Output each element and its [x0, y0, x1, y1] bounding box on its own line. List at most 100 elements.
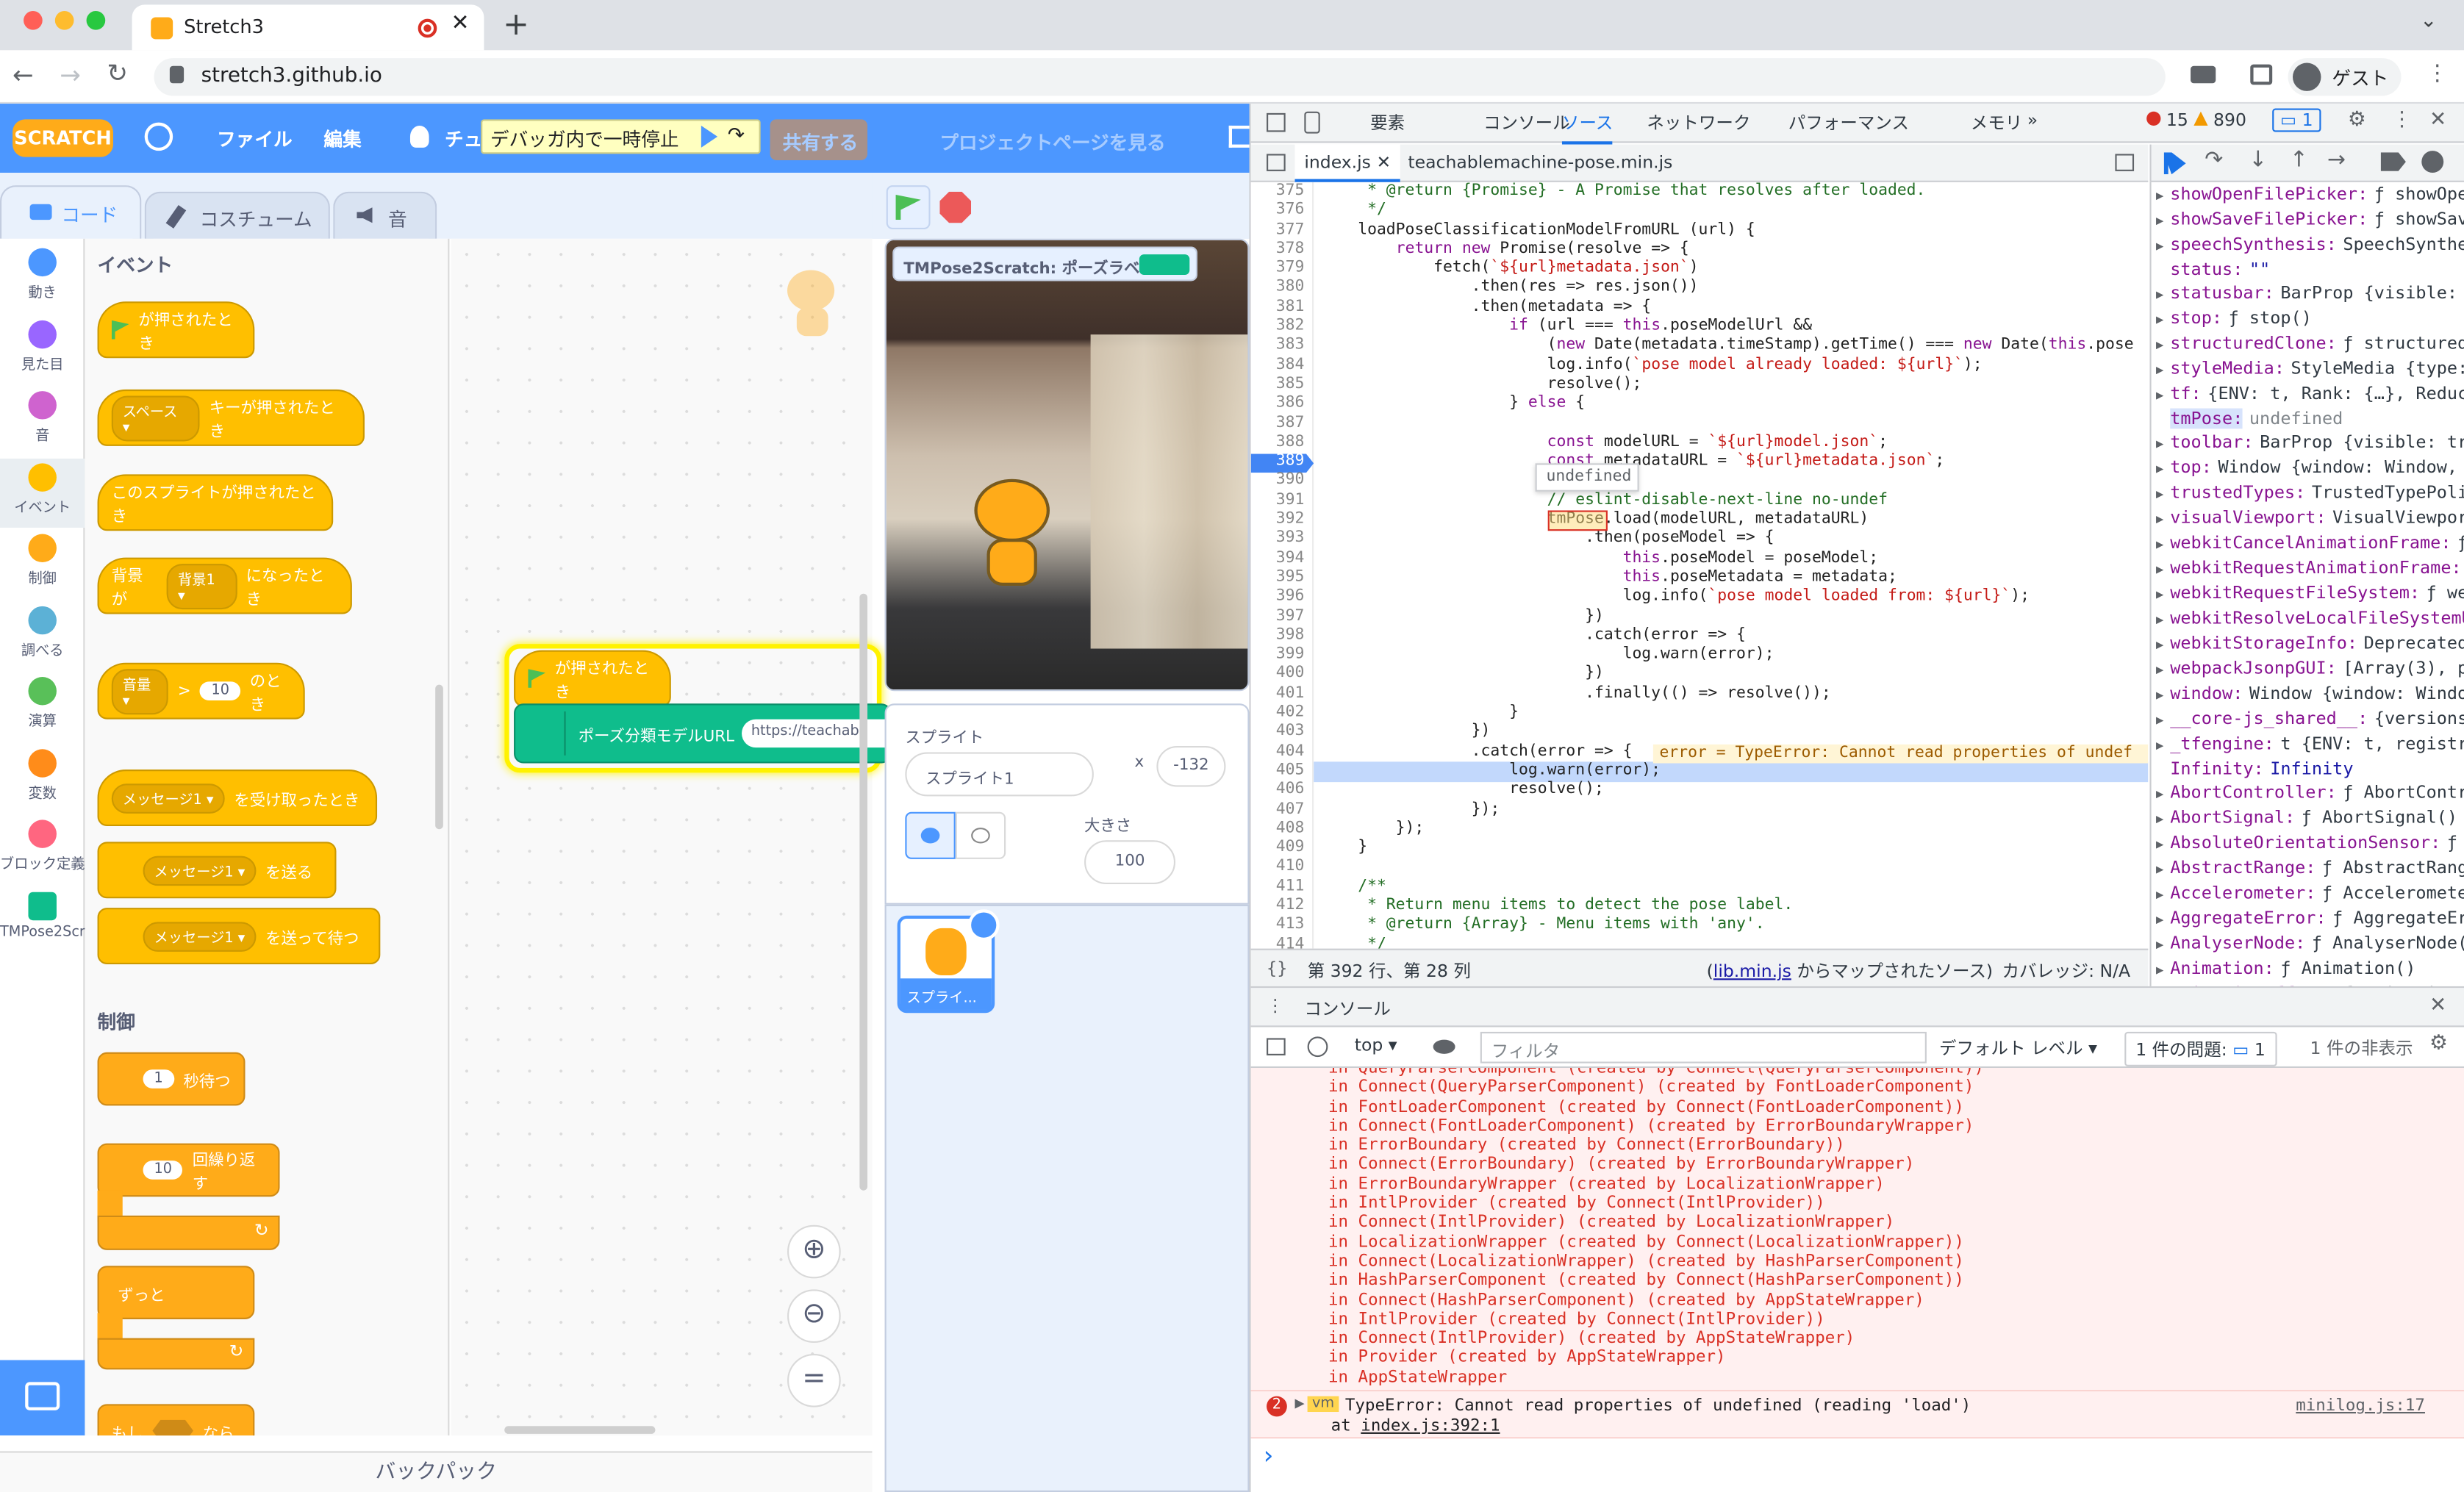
scope-item[interactable]: ▶ webkitRequestAnimationFrame:	[2152, 556, 2464, 581]
scope-item[interactable]: ▶ webkitRequestFileSystem: ƒ we	[2152, 581, 2464, 606]
scope-item[interactable]: ▶ speechSynthesis: SpeechSynthe	[2152, 232, 2464, 257]
line-number[interactable]: 397	[1254, 607, 1305, 626]
scope-item[interactable]: ▶ stop: ƒ stop()	[2152, 306, 2464, 331]
broadcast-wait-message-dropdown[interactable]: メッセージ1 ▾	[143, 921, 257, 951]
step-over-icon[interactable]: ↷	[2205, 148, 2223, 173]
devtools-tab-5[interactable]: パフォーマンス	[1788, 110, 1909, 135]
block-forever[interactable]: ずっと ↻	[97, 1266, 255, 1370]
loudness-dropdown[interactable]: 音量 ▾	[111, 668, 168, 714]
forward-icon[interactable]: →	[60, 60, 81, 90]
live-expression-eye-icon[interactable]	[1433, 1039, 1455, 1054]
category-2[interactable]: 見た目	[0, 319, 85, 373]
new-tab-icon[interactable]: +	[503, 4, 529, 42]
line-number[interactable]: 381	[1254, 298, 1305, 318]
line-number[interactable]: 378	[1254, 240, 1305, 259]
settings-gear-icon[interactable]: ⚙	[2348, 108, 2366, 132]
tab-sound[interactable]: 音	[333, 191, 437, 239]
close-window-button[interactable]	[24, 10, 43, 30]
line-number[interactable]: 379	[1254, 259, 1305, 279]
green-flag-button[interactable]	[886, 185, 931, 229]
scope-expand-icon[interactable]: ▶	[2152, 633, 2171, 656]
scope-item[interactable]: Infinity: Infinity	[2152, 757, 2464, 781]
globe-icon[interactable]	[144, 122, 173, 151]
line-number[interactable]: 414	[1254, 936, 1305, 949]
project-page-button[interactable]: プロジェクトページを見る	[887, 119, 1232, 160]
scope-item[interactable]: ▶ structuredClone: ƒ structured	[2152, 331, 2464, 356]
console-filter-input[interactable]: フィルタ	[1480, 1031, 1927, 1064]
block-wait[interactable]: 1 秒待つ	[97, 1052, 246, 1106]
line-number[interactable]: 405	[1254, 761, 1305, 781]
tab-search-chevron-icon[interactable]: ⌄	[2420, 10, 2437, 33]
line-number[interactable]: 411	[1254, 878, 1305, 897]
scope-item[interactable]: ▶ webkitResolveLocalFileSystemU	[2152, 606, 2464, 631]
stage-canvas[interactable]: TMPose2Scratch: ポーズラベル	[884, 238, 1250, 692]
context-selector[interactable]: top ▾	[1355, 1035, 1397, 1055]
scope-expand-icon[interactable]: ▶	[2152, 883, 2171, 906]
block-when-greater[interactable]: 音量 ▾ > 10 のとき	[97, 662, 305, 720]
receive-message-dropdown[interactable]: メッセージ1 ▾	[111, 783, 225, 813]
expand-triangle-icon[interactable]: ▶	[1295, 1396, 1305, 1410]
tab-close-icon[interactable]: ✕	[451, 11, 470, 36]
step-icon[interactable]: →	[2327, 148, 2346, 173]
line-number[interactable]: 403	[1254, 723, 1305, 742]
scope-item[interactable]: ▶webkitCancelAnimationFrame:ƒ	[2152, 531, 2464, 556]
line-number[interactable]: 383	[1254, 337, 1305, 356]
scope-item[interactable]: ▶ Animation: ƒ Animation()	[2152, 956, 2464, 981]
devtools-tab-6[interactable]: メモリ	[1971, 110, 2023, 135]
sprite-name-input[interactable]: スプライト1	[905, 752, 1094, 797]
scope-item[interactable]: tmPose: undefined	[2152, 406, 2464, 430]
inspect-icon[interactable]	[1267, 112, 1286, 132]
file-tab-teachable[interactable]: teachablemachine-pose.min.js	[1408, 152, 1672, 173]
file-tab-close-icon[interactable]: ✕	[1376, 152, 1391, 173]
scope-item[interactable]: ▶ webkitStorageInfo: Deprecated	[2152, 631, 2464, 656]
scope-expand-icon[interactable]: ▶	[2152, 308, 2171, 331]
error-count-badge[interactable]: 15 890	[2146, 110, 2246, 130]
scope-item[interactable]: ▶ webpackJsonpGUI: [Array(3), p	[2152, 656, 2464, 681]
profile-button[interactable]: ゲスト	[2288, 58, 2402, 96]
scope-item[interactable]: ▶ statusbar: BarProp {visible:	[2152, 281, 2464, 306]
scope-expand-icon[interactable]: ▶	[2152, 507, 2171, 531]
step-over-overlay-icon[interactable]: ↷	[728, 124, 745, 148]
scope-item[interactable]: ▶ AnalyserNode: ƒ AnalyserNode(	[2152, 931, 2464, 956]
pause-on-exceptions-icon[interactable]	[2421, 151, 2444, 173]
scope-expand-icon[interactable]: ▶	[2152, 782, 2171, 806]
scope-item[interactable]: ▶ Accelerometer: ƒ Acceleromete	[2152, 881, 2464, 906]
scope-item[interactable]: ▶ AbsoluteOrientationSensor: ƒ	[2152, 831, 2464, 856]
scope-item[interactable]: ▶ AbortSignal: ƒ AbortSignal()	[2152, 806, 2464, 831]
scope-expand-icon[interactable]: ▶	[2152, 432, 2171, 456]
debugger-toggle-icon[interactable]	[2115, 154, 2135, 171]
line-number[interactable]: 391	[1254, 491, 1305, 510]
scope-expand-icon[interactable]: ▶	[2152, 858, 2171, 881]
step-into-icon[interactable]: ↓	[2249, 148, 2267, 173]
scratch-cat-sprite[interactable]	[961, 478, 1065, 605]
scope-expand-icon[interactable]: ▶	[2152, 807, 2171, 831]
script-when-flag[interactable]: が押されたとき	[514, 650, 671, 707]
scope-item[interactable]: ▶ toolbar: BarProp {visible: tr	[2152, 430, 2464, 455]
block-broadcast-wait[interactable]: メッセージ1 ▾ を送って待つ	[97, 908, 381, 965]
share-button[interactable]: 共有する	[770, 119, 868, 160]
devtools-tab-1[interactable]: 要素	[1370, 110, 1405, 135]
scope-expand-icon[interactable]: ▶	[2152, 608, 2171, 631]
minimize-window-button[interactable]	[54, 10, 74, 30]
scope-expand-icon[interactable]: ▶	[2152, 734, 2171, 757]
category-1[interactable]: 動き	[0, 248, 85, 301]
line-number[interactable]: 399	[1254, 646, 1305, 665]
console-settings-icon[interactable]: ⚙	[2429, 1032, 2448, 1055]
line-number[interactable]: 377	[1254, 220, 1305, 240]
backpack-header[interactable]: バックパック	[0, 1451, 873, 1492]
scope-expand-icon[interactable]: ▶	[2152, 833, 2171, 856]
category-3[interactable]: 音	[0, 391, 85, 445]
step-out-icon[interactable]: ↑	[2290, 148, 2308, 173]
category-9[interactable]: ブロック定義	[0, 819, 85, 873]
scope-expand-icon[interactable]: ▶	[2152, 658, 2171, 681]
line-number[interactable]: 400	[1254, 665, 1305, 684]
line-number[interactable]: 395	[1254, 568, 1305, 587]
file-tab-index[interactable]: index.js ✕	[1294, 144, 1400, 182]
scope-expand-icon[interactable]: ▶	[2152, 532, 2171, 556]
scope-item[interactable]: status: ""	[2152, 257, 2464, 281]
scope-expand-icon[interactable]: ▶	[2152, 283, 2171, 306]
menu-tutorial[interactable]: チュ	[445, 126, 482, 152]
scope-expand-icon[interactable]: ▶	[2152, 482, 2171, 506]
line-number[interactable]: 386	[1254, 395, 1305, 414]
block-when-flag[interactable]: が押されたとき	[97, 301, 255, 359]
